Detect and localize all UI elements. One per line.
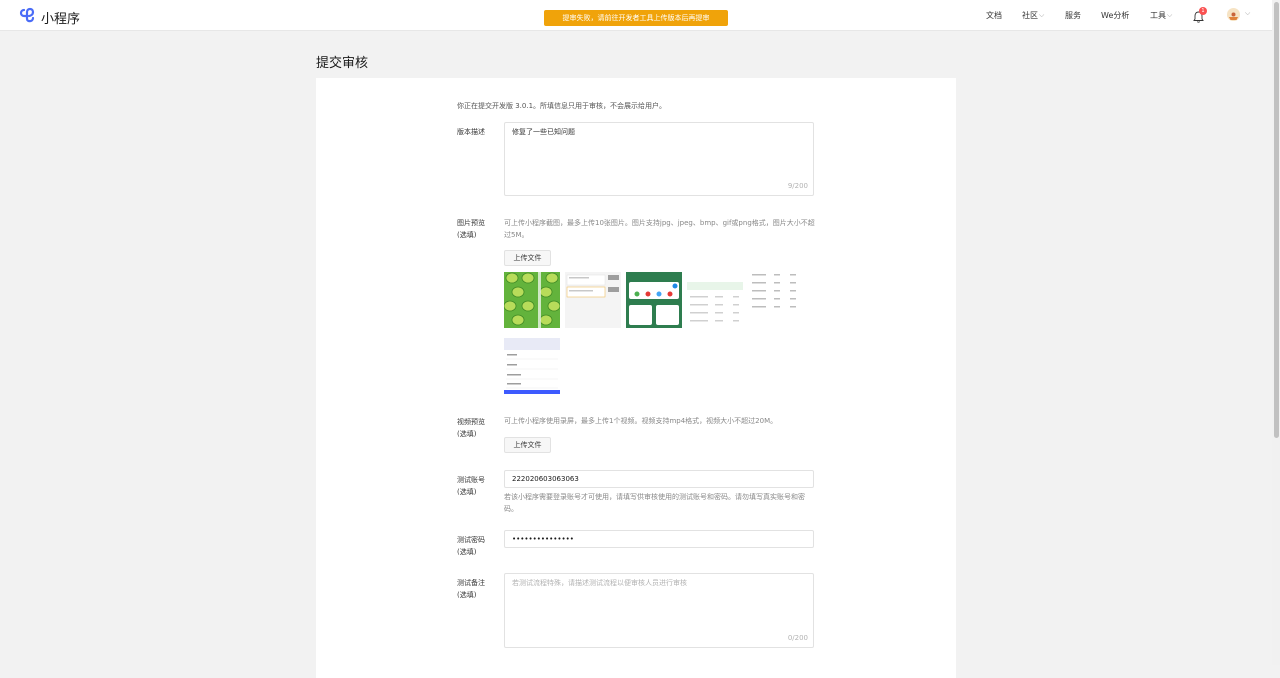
chevron-down-icon: ⌵: [1039, 10, 1045, 19]
upload-image-button[interactable]: 上传文件: [504, 250, 551, 266]
version-desc-label: 版本描述: [457, 128, 485, 136]
test-account-label: 测试账号 (选填): [457, 474, 485, 498]
version-desc-value: 修复了一些已知问题: [512, 128, 575, 136]
screenshot-thumbnail-4[interactable]: [687, 272, 743, 328]
nav-analytics-label: We分析: [1101, 10, 1130, 20]
chevron-down-icon: ⌵: [1167, 10, 1173, 19]
nav-analytics[interactable]: We分析: [1101, 8, 1129, 22]
test-notes-label-title: 测试备注: [457, 579, 485, 587]
image-preview-label-title: 图片预览: [457, 219, 485, 227]
test-notes-label-optional: (选填): [457, 591, 477, 599]
version-desc-textarea[interactable]: 修复了一些已知问题 9/200: [504, 122, 814, 196]
test-account-label-title: 测试账号: [457, 476, 485, 484]
scrollbar-thumb[interactable]: [1274, 2, 1279, 438]
test-notes-label: 测试备注 (选填): [457, 577, 485, 601]
version-desc-counter: 9/200: [787, 182, 808, 190]
chevron-down-icon[interactable]: ⌵: [1245, 9, 1250, 18]
nav-community-label: 社区: [1022, 10, 1038, 20]
screenshot-thumbnail-2[interactable]: [565, 272, 621, 328]
screenshot-thumbnail-1[interactable]: [504, 272, 560, 328]
submit-failed-banner: 提审失败，请前往开发者工具上传版本后再提审: [544, 10, 728, 26]
test-password-label: 测试密码 (选填): [457, 534, 485, 558]
test-password-label-optional: (选填): [457, 548, 477, 556]
nav-docs[interactable]: 文档: [986, 8, 1002, 22]
page-title: 提交审核: [316, 56, 369, 71]
test-notes-counter: 0/200: [787, 634, 808, 642]
screenshot-thumbnail-5[interactable]: [748, 272, 804, 328]
app-name: 小程序: [41, 11, 81, 27]
video-preview-hint: 可上传小程序使用录屏，最多上传1个视频。视频支持mp4格式，视频大小不超过20M…: [504, 417, 778, 425]
nav-service[interactable]: 服务: [1065, 8, 1081, 22]
test-account-label-optional: (选填): [457, 488, 477, 496]
video-preview-label-optional: (选填): [457, 430, 477, 438]
screenshot-thumbnail-6[interactable]: [504, 338, 560, 394]
logo[interactable]: 小程序: [18, 6, 80, 28]
avatar[interactable]: [1227, 8, 1240, 21]
image-preview-hint: 可上传小程序截图，最多上传10张图片。图片支持jpg、jpeg、bmp、gif或…: [504, 219, 815, 239]
nav-community[interactable]: 社区 ⌵: [1022, 8, 1044, 22]
test-account-hint: 若该小程序需要登录账号才可使用，请填写供审核使用的测试账号和密码。请勿填写真实账…: [504, 493, 805, 513]
upload-video-button[interactable]: 上传文件: [504, 437, 551, 453]
test-password-input[interactable]: •••••••••••••••: [504, 530, 814, 548]
intro-text: 你正在提交开发版 3.0.1。所填信息只用于审核，不会展示给用户。: [457, 102, 667, 110]
video-preview-label-title: 视频预览: [457, 418, 485, 426]
nav-tools[interactable]: 工具 ⌵: [1150, 8, 1172, 22]
video-preview-label: 视频预览 (选填): [457, 416, 485, 440]
image-preview-label-optional: (选填): [457, 231, 477, 239]
test-notes-placeholder: 若测试流程特殊，请描述测试流程以便审核人员进行审核: [512, 579, 687, 587]
nav-tools-label: 工具: [1150, 10, 1166, 20]
miniprogram-logo-icon: [18, 6, 36, 28]
nav-docs-label: 文档: [986, 10, 1002, 20]
test-notes-textarea[interactable]: 若测试流程特殊，请描述测试流程以便审核人员进行审核 0/200: [504, 573, 814, 648]
notification-badge: 1: [1199, 7, 1207, 15]
nav-service-label: 服务: [1065, 10, 1081, 20]
test-password-label-title: 测试密码: [457, 536, 485, 544]
screenshot-thumbnail-3[interactable]: [626, 272, 682, 328]
image-preview-label: 图片预览 (选填): [457, 217, 485, 241]
test-account-input[interactable]: 222020603063063: [504, 470, 814, 488]
